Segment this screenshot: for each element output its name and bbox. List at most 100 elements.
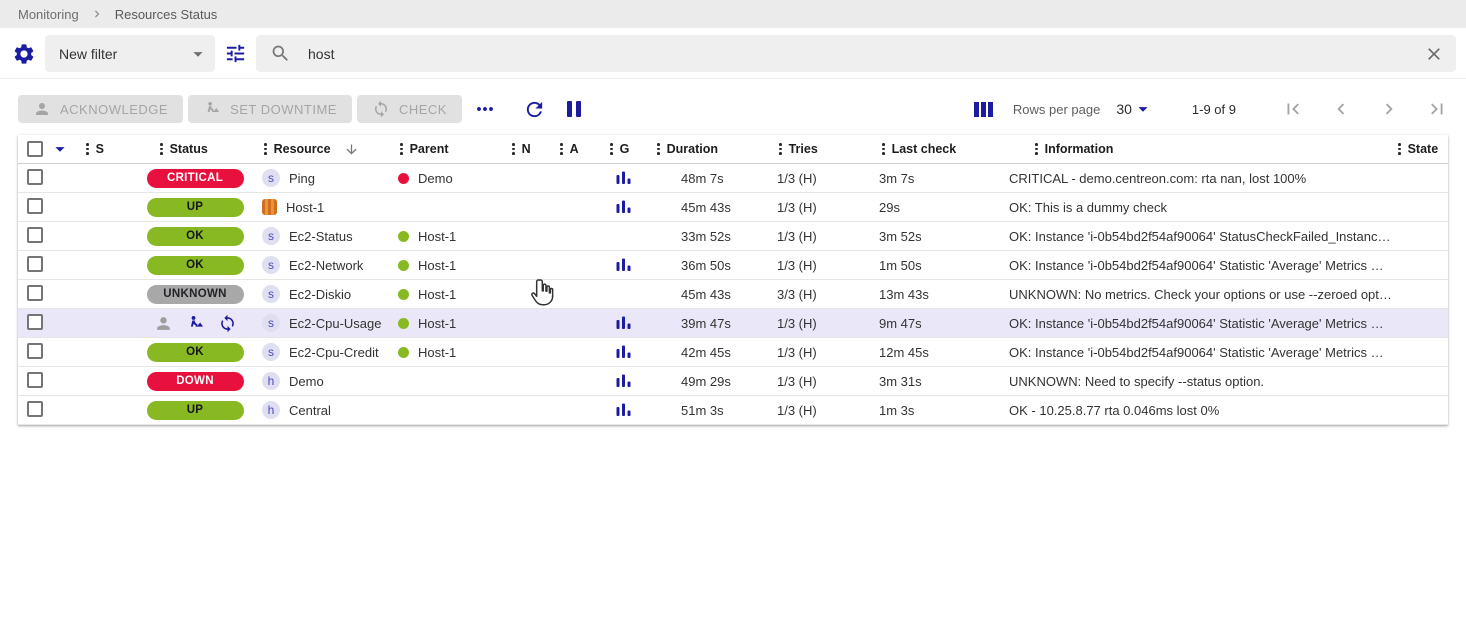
first-page-button[interactable]	[1282, 98, 1304, 120]
table-row[interactable]: CRITICALsPingDemo48m 7s1/3 (H)3m 7sCRITI…	[18, 164, 1448, 193]
row-checkbox[interactable]	[27, 401, 43, 417]
table-row[interactable]: UNKNOWNsEc2-DiskioHost-145m 43s3/3 (H)13…	[18, 280, 1448, 309]
last-check-cell: 13m 43s	[846, 287, 976, 302]
parent-cell: Host-1	[390, 345, 504, 360]
acknowledge-action-icon[interactable]	[154, 314, 173, 333]
resource-cell: sEc2-Cpu-Credit	[254, 343, 390, 361]
column-header-parent[interactable]: Parent	[390, 142, 504, 156]
row-checkbox[interactable]	[27, 343, 43, 359]
graph-chart-icon[interactable]	[615, 344, 632, 360]
duration-cell: 48m 7s	[648, 171, 744, 186]
information-cell: OK: Instance 'i-0b54bd2f54af90064' Stati…	[976, 345, 1392, 360]
parent-status-dot	[398, 260, 409, 271]
last-check-cell: 3m 7s	[846, 171, 976, 186]
filter-select[interactable]: New filter	[45, 35, 215, 72]
column-header-action[interactable]: A	[552, 142, 598, 156]
service-type-badge: s	[262, 169, 280, 187]
check-button[interactable]: CHECK	[357, 95, 462, 123]
column-header-notes[interactable]: N	[504, 142, 552, 156]
row-checkbox[interactable]	[27, 227, 43, 243]
status-cell: DOWN	[136, 372, 254, 391]
table-row[interactable]: UPHost-145m 43s1/3 (H)29sOK: This is a d…	[18, 193, 1448, 222]
drag-handle-icon	[86, 143, 89, 155]
status-cell: UP	[136, 198, 254, 217]
row-checkbox[interactable]	[27, 285, 43, 301]
graph-cell	[598, 344, 648, 360]
information-cell: OK: This is a dummy check	[976, 200, 1392, 215]
edit-columns-button[interactable]	[974, 102, 993, 117]
graph-chart-icon[interactable]	[615, 170, 632, 186]
column-header-resource[interactable]: Resource	[254, 142, 390, 157]
search-clear-button[interactable]	[1424, 44, 1444, 64]
breadcrumb: Monitoring Resources Status	[0, 0, 1466, 28]
set-downtime-button[interactable]: SET DOWNTIME	[188, 95, 352, 123]
filter-select-value: New filter	[59, 46, 117, 62]
resource-cell: sEc2-Cpu-Usage	[254, 314, 390, 332]
column-header-graph[interactable]: G	[598, 142, 648, 156]
more-horiz-icon	[473, 97, 497, 121]
next-page-button[interactable]	[1378, 98, 1400, 120]
breadcrumb-monitoring[interactable]: Monitoring	[18, 7, 79, 22]
table-row[interactable]: UPhCentral51m 3s1/3 (H)1m 3sOK - 10.25.8…	[18, 396, 1448, 425]
dropdown-caret-icon	[1132, 98, 1154, 120]
column-header-information[interactable]: Information	[976, 142, 1392, 156]
drag-handle-icon	[264, 143, 267, 155]
aws-host-icon	[262, 199, 277, 215]
row-checkbox[interactable]	[27, 198, 43, 214]
table-row[interactable]: OKsEc2-NetworkHost-136m 50s1/3 (H)1m 50s…	[18, 251, 1448, 280]
check-action-icon[interactable]	[218, 314, 237, 333]
next-page-icon	[1378, 98, 1400, 120]
column-header-tries[interactable]: Tries	[744, 142, 846, 156]
column-header-last-check[interactable]: Last check	[846, 142, 976, 156]
filter-tune-button[interactable]	[224, 42, 247, 65]
column-header-state[interactable]: State	[1392, 142, 1448, 156]
graph-chart-icon[interactable]	[615, 257, 632, 273]
graph-cell	[598, 373, 648, 389]
graph-cell	[598, 402, 648, 418]
selection-menu-caret[interactable]	[48, 138, 72, 160]
service-type-badge: s	[262, 285, 280, 303]
row-checkbox[interactable]	[27, 256, 43, 272]
duration-cell: 36m 50s	[648, 258, 744, 273]
prev-page-button[interactable]	[1330, 98, 1352, 120]
refresh-button[interactable]	[523, 98, 546, 121]
table-row[interactable]: OKsEc2-StatusHost-133m 52s1/3 (H)3m 52sO…	[18, 222, 1448, 251]
graph-chart-icon[interactable]	[615, 373, 632, 389]
table-header-row: S Status Resource Parent N A G Duration …	[18, 135, 1448, 164]
row-checkbox[interactable]	[27, 372, 43, 388]
last-page-button[interactable]	[1426, 98, 1448, 120]
table-row[interactable]: OKsEc2-Cpu-CreditHost-142m 45s1/3 (H)12m…	[18, 338, 1448, 367]
more-actions-button[interactable]	[473, 97, 497, 121]
breadcrumb-resources-status[interactable]: Resources Status	[115, 7, 218, 22]
rows-per-page-select[interactable]: 30	[1116, 98, 1154, 120]
tries-cell: 1/3 (H)	[744, 171, 846, 186]
duration-cell: 33m 52s	[648, 229, 744, 244]
sync-check-icon	[372, 100, 390, 118]
table-row[interactable]: DOWNhDemo49m 29s1/3 (H)3m 31sUNKNOWN: Ne…	[18, 367, 1448, 396]
row-checkbox[interactable]	[27, 314, 43, 330]
tune-sliders-icon	[224, 42, 247, 65]
acknowledge-button[interactable]: ACKNOWLEDGE	[18, 95, 183, 123]
pause-autorefresh-button[interactable]	[567, 101, 581, 117]
graph-chart-icon[interactable]	[615, 402, 632, 418]
graph-chart-icon[interactable]	[615, 315, 632, 331]
status-chip: DOWN	[147, 372, 244, 391]
column-header-status[interactable]: Status	[136, 142, 254, 156]
filter-bar: New filter host	[0, 28, 1466, 79]
graph-chart-icon[interactable]	[615, 199, 632, 215]
information-cell: OK - 10.25.8.77 rta 0.046ms lost 0%	[976, 403, 1392, 418]
parent-status-dot	[398, 231, 409, 242]
column-header-severity[interactable]: S	[72, 142, 136, 156]
parent-cell: Host-1	[390, 287, 504, 302]
last-check-cell: 29s	[846, 200, 976, 215]
downtime-action-icon[interactable]	[186, 314, 205, 333]
drag-handle-icon	[512, 143, 515, 155]
caret-down-icon	[49, 138, 71, 160]
tries-cell: 1/3 (H)	[744, 374, 846, 389]
select-all-checkbox[interactable]	[18, 141, 48, 157]
filter-settings-button[interactable]	[12, 42, 36, 66]
search-input[interactable]: host	[256, 35, 1456, 72]
column-header-duration[interactable]: Duration	[648, 142, 744, 156]
table-row[interactable]: sEc2-Cpu-UsageHost-139m 47s1/3 (H)9m 47s…	[18, 309, 1448, 338]
row-checkbox[interactable]	[27, 169, 43, 185]
